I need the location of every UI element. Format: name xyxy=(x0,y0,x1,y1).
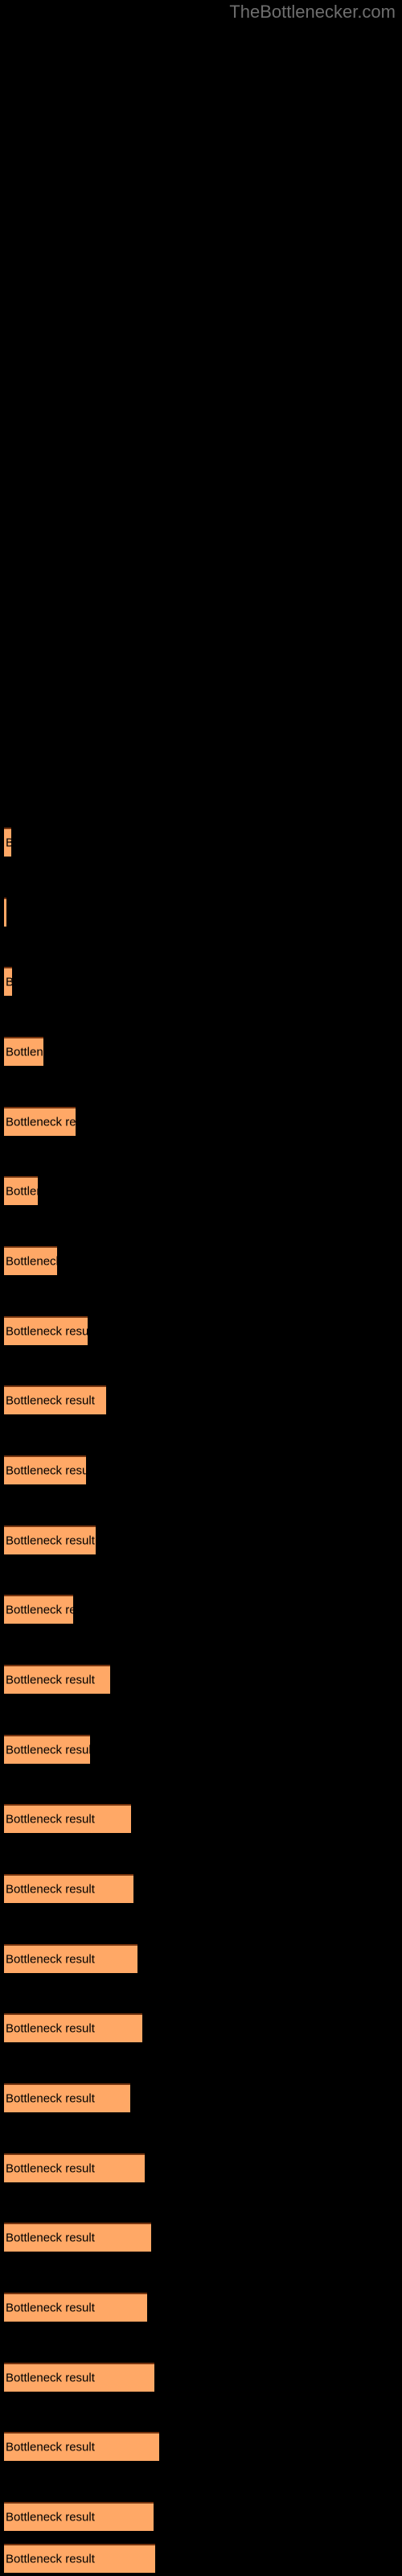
bar-label: Bottleneck result xyxy=(6,1812,95,1827)
bar-label: Bottleneck result xyxy=(6,1045,43,1059)
bar-row: Bottleneck result xyxy=(0,1665,402,1695)
bar-label: Bottleneck result xyxy=(6,2231,95,2245)
bar-label: Bottleneck result xyxy=(6,1324,88,1339)
bar-row: Bottleneck result xyxy=(0,1525,402,1556)
bar[interactable]: Bottleneck result xyxy=(4,1037,43,1066)
bar-label: Bottleneck result xyxy=(6,1393,95,1408)
bar[interactable]: Bottleneck result xyxy=(4,2432,159,2461)
bar-row: Bottleneck result xyxy=(0,1316,402,1347)
bar[interactable]: Bottleneck result xyxy=(4,1455,86,1484)
bar-label: Bottleneck result xyxy=(6,1603,73,1617)
bar[interactable]: Bottleneck result xyxy=(4,2223,151,2252)
bar-row: Bottleneck result xyxy=(0,1595,402,1625)
bar[interactable]: Bottleneck result xyxy=(4,828,11,857)
bar-label: Bottleneck result xyxy=(6,1882,95,1897)
bar[interactable]: Bottleneck result xyxy=(4,898,6,927)
bar-row: Bottleneck result xyxy=(0,2293,402,2323)
page-root: TheBottlenecker.com Bottleneck resultBot… xyxy=(0,0,402,2576)
bar-row: Bottleneck result xyxy=(0,1944,402,1975)
bar[interactable]: Bottleneck result xyxy=(4,1944,137,1973)
bar[interactable]: Bottleneck result xyxy=(4,1107,76,1136)
bar[interactable]: Bottleneck result xyxy=(4,1595,73,1624)
bar-label: Bottleneck result xyxy=(6,1673,95,1687)
bar[interactable]: Bottleneck result xyxy=(4,1176,38,1205)
bar-row: Bottleneck result xyxy=(0,2223,402,2253)
bar-row: Bottleneck result xyxy=(0,2502,402,2533)
bar[interactable]: Bottleneck result xyxy=(4,2502,154,2531)
bar-label: Bottleneck result xyxy=(6,2510,95,2524)
bar-label: Bottleneck result xyxy=(6,1184,38,1199)
bar-row: Bottleneck result xyxy=(0,1107,402,1137)
bar-row: Bottleneck result xyxy=(0,1385,402,1416)
bar-label: Bottleneck result xyxy=(6,2371,95,2385)
bar-label: Bottleneck result xyxy=(6,1534,95,1548)
bar[interactable]: Bottleneck result xyxy=(4,967,12,996)
bar-label: Bottleneck result xyxy=(6,1254,57,1269)
bar[interactable]: Bottleneck result xyxy=(4,1804,131,1833)
bar-row: Bottleneck result xyxy=(0,2083,402,2114)
bar[interactable]: Bottleneck result xyxy=(4,2153,145,2182)
bar-row: Bottleneck result xyxy=(0,1804,402,1835)
bar-label: Bottleneck result xyxy=(6,836,11,850)
bar-row: Bottleneck result xyxy=(0,2153,402,2184)
bar[interactable]: Bottleneck result xyxy=(4,2544,155,2573)
bar-label: Bottleneck result xyxy=(6,1743,90,1757)
bar[interactable]: Bottleneck result xyxy=(4,1385,106,1414)
bar-label: Bottleneck result xyxy=(6,1463,86,1478)
bar[interactable]: Bottleneck result xyxy=(4,2083,130,2112)
bar-label: Bottleneck result xyxy=(6,2440,95,2454)
bar-label: Bottleneck result xyxy=(6,1115,76,1129)
bar-row: Bottleneck result xyxy=(0,898,402,928)
bar-label: Bottleneck result xyxy=(6,1952,95,1967)
bar-row: Bottleneck result xyxy=(0,967,402,997)
bar[interactable]: Bottleneck result xyxy=(4,1316,88,1345)
bar-row: Bottleneck result xyxy=(0,828,402,858)
bar-row: Bottleneck result xyxy=(0,1735,402,1765)
bar-row: Bottleneck result xyxy=(0,1874,402,1905)
bar-row: Bottleneck result xyxy=(0,1037,402,1067)
bar-chart: Bottleneck result Bottleneck result Bottle… xyxy=(0,0,402,2576)
bar[interactable]: Bottleneck result xyxy=(4,2363,154,2392)
bar[interactable]: Bottleneck result xyxy=(4,2013,142,2042)
bar-row: Bottleneck result xyxy=(0,2013,402,2044)
bar-row: Bottleneck result xyxy=(0,1455,402,1486)
bar-label: Bottleneck result xyxy=(6,2161,95,2176)
bar-row: Bottleneck result xyxy=(0,2432,402,2462)
bar-label: Bottleneck result xyxy=(6,2552,95,2566)
bar-row: Bottleneck result xyxy=(0,2544,402,2574)
bar-label: Bottleneck result xyxy=(6,2091,95,2106)
bar[interactable]: Bottleneck result xyxy=(4,1735,90,1764)
bar[interactable]: Bottleneck result xyxy=(4,1246,57,1275)
bar[interactable]: Bottleneck result xyxy=(4,1665,110,1694)
bar-label: Bottleneck result xyxy=(6,976,12,989)
bar[interactable]: Bottleneck result xyxy=(4,2293,147,2322)
bar[interactable]: Bottleneck result xyxy=(4,1525,96,1554)
bar-label: Bottleneck result xyxy=(6,2021,95,2036)
bar-label: Bottleneck result xyxy=(6,2301,95,2315)
bar-row: Bottleneck result xyxy=(0,1246,402,1277)
bar-row: Bottleneck result xyxy=(0,2363,402,2393)
bar[interactable]: Bottleneck result xyxy=(4,1874,133,1903)
bar-row: Bottleneck result xyxy=(0,1176,402,1207)
